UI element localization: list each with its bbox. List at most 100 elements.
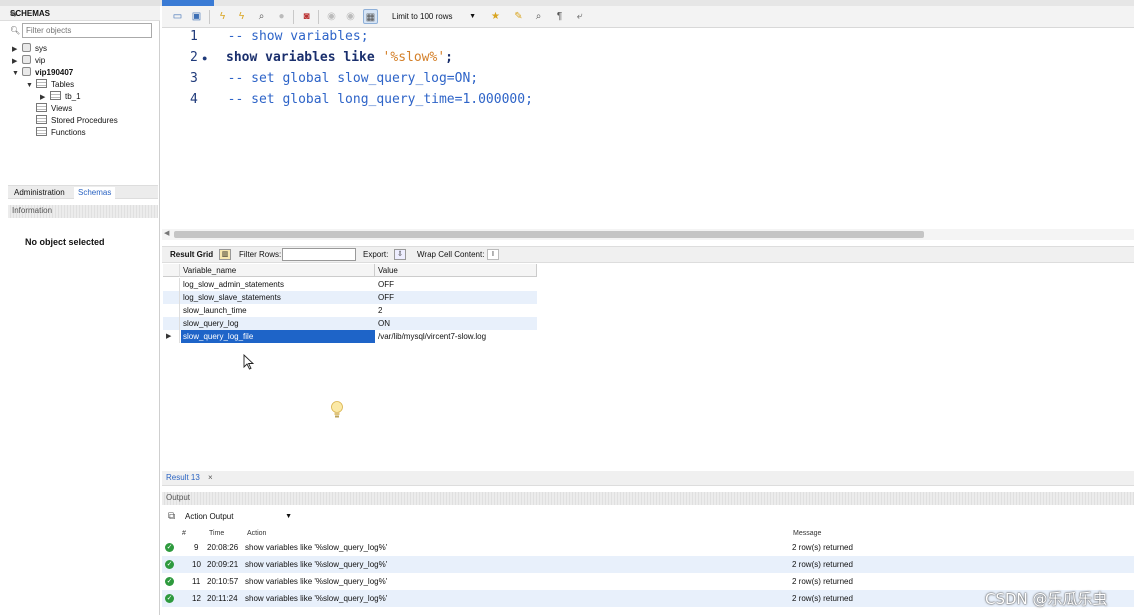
table-row-selected[interactable]: ▶ slow_query_log_file /var/lib/mysql/vir…: [163, 330, 537, 343]
output-title: Output: [166, 493, 191, 502]
tree-item-label: sys: [35, 44, 47, 53]
tree-item-tables[interactable]: ▼ Tables: [26, 79, 74, 91]
code-semicolon: ;: [445, 50, 453, 65]
current-row-arrow-icon: ▶: [166, 333, 172, 340]
line-number: 2: [190, 50, 198, 65]
output-message: 2 row(s) returned: [792, 560, 853, 569]
filter-objects-input[interactable]: [22, 23, 152, 38]
export-icon[interactable]: ⇩: [394, 249, 406, 260]
output-message: 2 row(s) returned: [792, 577, 853, 586]
column-header-value[interactable]: Value: [376, 264, 537, 277]
column-header-action: Action: [247, 530, 267, 537]
table-row[interactable]: log_slow_slave_statements OFF: [163, 291, 537, 304]
beautify-icon[interactable]: ✎: [511, 9, 526, 24]
success-check-icon: ✓: [165, 543, 174, 552]
navigator-panel: SCHEMAS ⇆ 🔍︎ ▶sys ▶vip ▼ vip190407 ▼ Table…: [0, 0, 160, 615]
grid-header-row: Variable_name Value: [163, 264, 537, 277]
schemas-header: SCHEMAS ⇆: [0, 6, 160, 21]
table-row[interactable]: slow_launch_time 2: [163, 304, 537, 317]
views-folder-icon: [36, 103, 47, 112]
wrap-cell-icon[interactable]: I: [487, 249, 499, 260]
tree-item-views[interactable]: Views: [36, 103, 72, 115]
output-action: show variables like '%slow_query_log%': [245, 543, 388, 552]
scroll-left-icon[interactable]: ◀: [164, 229, 169, 237]
save-icon[interactable]: ▣: [189, 9, 204, 24]
column-header-variable-name[interactable]: Variable_name: [181, 264, 375, 277]
output-time: 20:10:57: [207, 577, 239, 586]
code-line-1[interactable]: -- show variables;: [212, 29, 369, 44]
toggle-error-icon[interactable]: ◙: [299, 9, 314, 24]
wrap-lines-icon[interactable]: ⤶: [572, 9, 587, 24]
table-row[interactable]: slow_query_log ON: [163, 317, 537, 330]
code-line-2[interactable]: show variables like '%slow%';: [226, 50, 453, 65]
tree-item-vip190407[interactable]: ▼ vip190407: [12, 67, 73, 79]
tree-item-label: Views: [51, 104, 73, 113]
output-row[interactable]: ✓ 10 20:09:21 show variables like '%slow…: [162, 556, 1134, 573]
code-line-3[interactable]: -- set global slow_query_log=ON;: [212, 71, 478, 86]
cell-variable-name[interactable]: slow_query_log_file: [181, 330, 375, 343]
cell-value[interactable]: ON: [376, 317, 390, 330]
column-header-time: Time: [209, 530, 225, 537]
success-check-icon: ✓: [165, 594, 174, 603]
database-icon: [22, 55, 31, 64]
tree-item-stored-procedures[interactable]: Stored Procedures: [36, 115, 118, 127]
copy-icon[interactable]: ⧉: [168, 511, 175, 522]
execute-icon[interactable]: ϟ: [215, 9, 230, 24]
cell-variable-name[interactable]: log_slow_admin_statements: [181, 278, 375, 291]
cell-value[interactable]: OFF: [376, 278, 394, 291]
invisible-chars-icon[interactable]: ¶: [552, 9, 567, 24]
success-check-icon: ✓: [165, 577, 174, 586]
execute-current-icon[interactable]: ϟ: [234, 9, 249, 24]
stop-icon[interactable]: ●: [274, 9, 289, 24]
tab-result-13[interactable]: Result 13: [166, 473, 200, 482]
scrollbar-thumb[interactable]: [174, 231, 924, 238]
tree-item-vip[interactable]: ▶ vip: [12, 55, 45, 67]
cell-variable-name[interactable]: slow_query_log: [181, 317, 375, 330]
table-row[interactable]: log_slow_admin_statements OFF: [163, 278, 537, 291]
tree-item-label: tb_1: [65, 92, 81, 101]
output-action: show variables like '%slow_query_log%': [245, 594, 388, 603]
tab-schemas[interactable]: Schemas: [74, 187, 116, 199]
line-number: 1: [190, 29, 198, 44]
limit-rows-select[interactable]: Limit to 100 rows ▼: [390, 9, 478, 25]
code-string: '%slow%': [382, 50, 446, 65]
close-icon[interactable]: ×: [208, 473, 213, 482]
output-num: 9: [194, 543, 199, 552]
output-message: 2 row(s) returned: [792, 594, 853, 603]
collapse-arrow-icon[interactable]: ▼: [26, 80, 36, 92]
cell-value[interactable]: OFF: [376, 291, 394, 304]
editor-toolbar: ▭ ▣ ϟ ϟ ⌕ ● ◙ ◉ ◉ ▦ Limit to 100 rows ▼ …: [162, 6, 1134, 28]
cell-value[interactable]: /var/lib/mysql/vircent7-slow.log: [376, 330, 486, 343]
output-row[interactable]: ✓ 9 20:08:26 show variables like '%slow_…: [162, 539, 1134, 556]
code-line-4[interactable]: -- set global long_query_time=1.000000;: [212, 92, 533, 107]
tree-item-tb1[interactable]: ▶ tb_1: [40, 91, 81, 103]
find-icon[interactable]: ⌕: [531, 9, 546, 24]
result-grid-toolbar: Result Grid ▥ Filter Rows: Export: ⇩ Wra…: [162, 246, 1134, 263]
refresh-icon[interactable]: ⇆: [10, 9, 150, 18]
code-keyword: show variables like: [226, 50, 383, 65]
cell-variable-name[interactable]: log_slow_slave_statements: [181, 291, 375, 304]
rollback-icon[interactable]: ◉: [343, 9, 358, 24]
tree-item-functions[interactable]: Functions: [36, 127, 86, 139]
result-grid-label[interactable]: Result Grid: [170, 250, 213, 259]
cell-variable-name[interactable]: slow_launch_time: [181, 304, 375, 317]
output-type-select[interactable]: Action Output ▼: [182, 510, 294, 524]
line-number: 4: [190, 92, 198, 107]
cell-value[interactable]: 2: [376, 304, 382, 317]
output-num: 12: [192, 594, 201, 603]
favorite-icon[interactable]: ★: [488, 9, 503, 24]
tree-item-sys[interactable]: ▶ sys: [12, 43, 47, 55]
tab-administration[interactable]: Administration: [10, 187, 69, 199]
collapse-arrow-icon[interactable]: ▼: [12, 68, 22, 80]
editor-horizontal-scrollbar[interactable]: ◀: [162, 229, 1134, 240]
autocommit-toggle-icon[interactable]: ▦: [363, 9, 378, 24]
grid-view-icon[interactable]: ▥: [219, 249, 231, 260]
watermark: CSDN @乐瓜乐虫: [985, 590, 1108, 608]
filter-rows-input[interactable]: [282, 248, 356, 261]
open-folder-icon[interactable]: ▭: [170, 9, 185, 24]
explain-icon[interactable]: ⌕: [254, 9, 269, 24]
table-icon: [50, 91, 61, 100]
functions-folder-icon: [36, 127, 47, 136]
result-tab-bar: Result 13 ×: [162, 471, 1134, 486]
commit-icon[interactable]: ◉: [324, 9, 339, 24]
